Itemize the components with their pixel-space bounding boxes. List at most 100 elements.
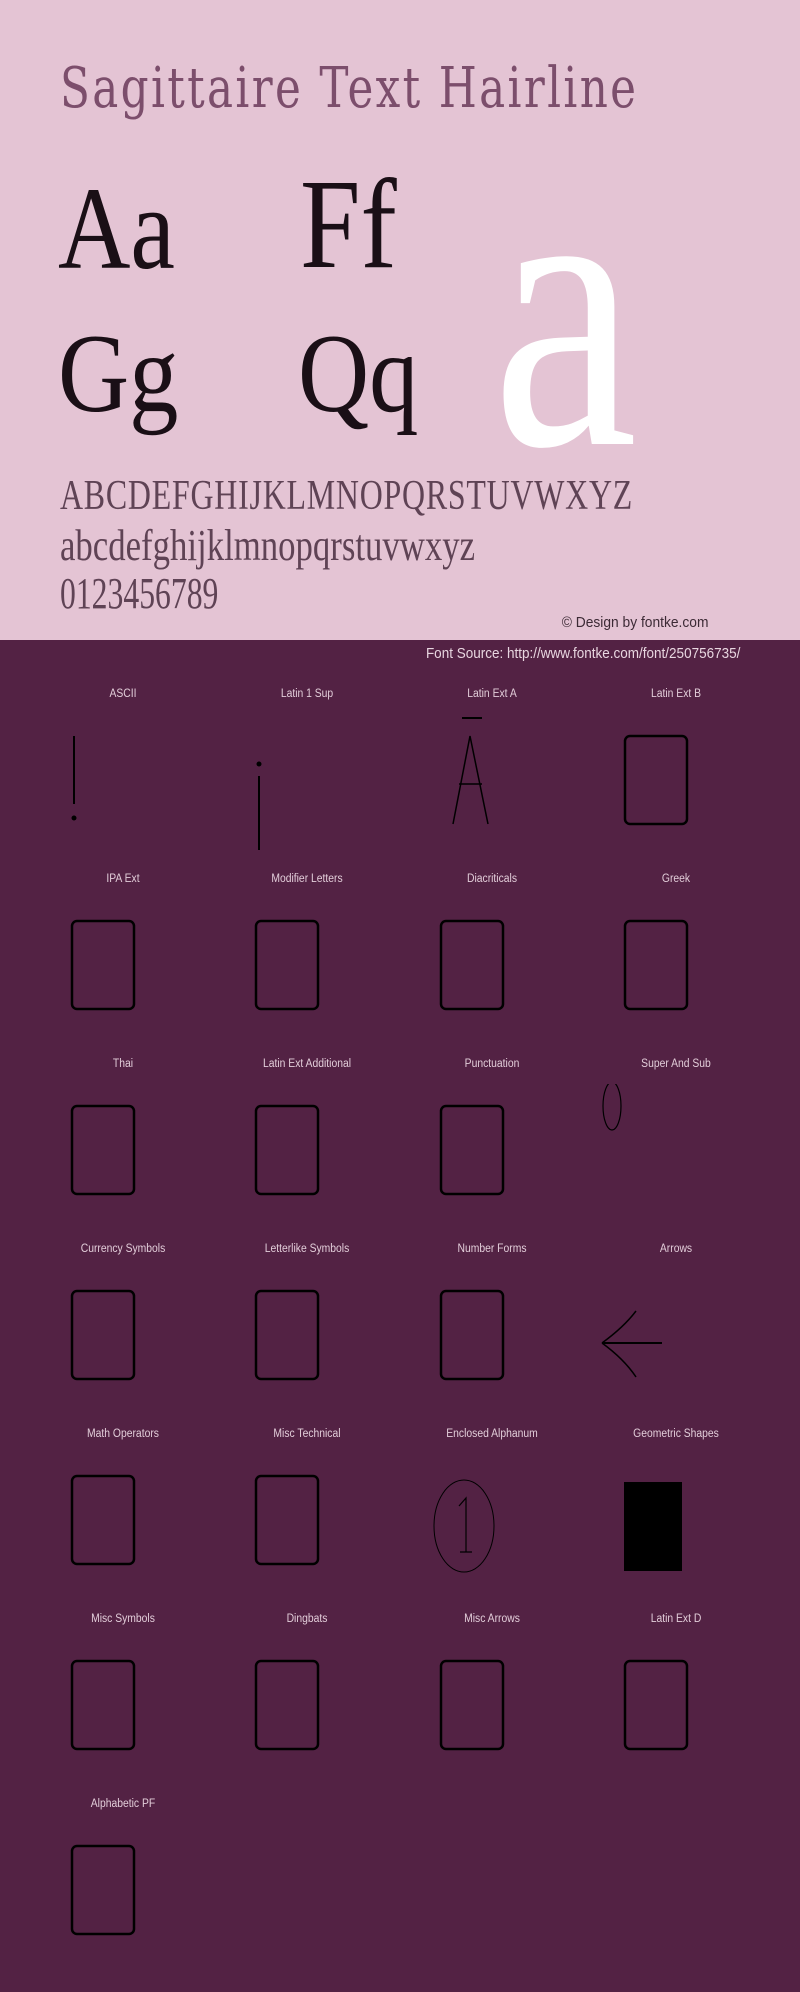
- unicode-block-cell: Latin Ext Additional: [215, 1054, 399, 1238]
- missing-glyph-box-icon: [439, 1104, 505, 1196]
- design-credit: © Design by fontke.com: [561, 614, 708, 631]
- missing-icon: [70, 1289, 136, 1381]
- sample-glyph-missing: [584, 899, 768, 1049]
- missing-icon: [439, 919, 505, 1011]
- missing-icon: [439, 1104, 505, 1196]
- sample-glyph-missing: [215, 899, 399, 1049]
- sample-glyph-missing: [400, 1084, 584, 1234]
- inverted-exclamation-icon: [256, 761, 262, 850]
- unicode-block-label: Modifier Letters: [271, 873, 343, 885]
- unicode-block-cell: Latin Ext D: [584, 1609, 768, 1793]
- missing-icon: [70, 1659, 136, 1751]
- missing-icon: [254, 919, 320, 1011]
- sample-glyph-inverted-exclamation: [215, 714, 399, 864]
- sample-glyph-missing: [584, 714, 768, 864]
- missing-glyph-box-icon: [623, 734, 689, 826]
- sample-glyph-missing: [400, 1269, 584, 1419]
- unicode-block-label: IPA Ext: [106, 873, 140, 885]
- unicode-block-cell: Geometric Shapes: [584, 1424, 768, 1608]
- missing-glyph-box-icon: [254, 919, 320, 1011]
- unicode-block-label: Geometric Shapes: [633, 1428, 719, 1440]
- missing-glyph-box-icon: [70, 1474, 136, 1566]
- missing-glyph-box-icon: [70, 1104, 136, 1196]
- exclamation-icon: [71, 736, 77, 821]
- unicode-block-cell: Misc Symbols: [31, 1609, 215, 1793]
- feature-glyph: a: [492, 88, 638, 531]
- digits-charset: 0123456789: [60, 569, 219, 618]
- unicode-block-label: Enclosed Alphanum: [446, 1428, 538, 1440]
- font-source-link[interactable]: Font Source: http://www.fontke.com/font/…: [426, 645, 740, 662]
- missing-glyph-box-icon: [439, 1289, 505, 1381]
- sample-glyph-black-square: [584, 1454, 768, 1604]
- unicode-block-label: Arrows: [659, 1243, 693, 1255]
- missing-glyph-box-icon: [70, 1289, 136, 1381]
- uppercase-charset: ABCDEFGHIJKLMNOPQRSTUVWXYZ: [60, 473, 634, 519]
- missing-icon: [623, 734, 689, 826]
- A-macron-icon: [452, 717, 489, 825]
- missing-glyph-box-icon: [254, 1289, 320, 1381]
- unicode-block-cell: IPA Ext: [31, 869, 215, 1053]
- missing-icon: [623, 1659, 689, 1751]
- unicode-block-cell: Letterlike Symbols: [215, 1239, 399, 1423]
- missing-icon: [254, 1474, 320, 1566]
- sample-glyph-missing: [215, 1454, 399, 1604]
- sample-glyph-left-arrow: [584, 1269, 768, 1419]
- unicode-block-label: Super And Sub: [641, 1058, 711, 1070]
- missing-glyph-box-icon: [623, 1659, 689, 1751]
- unicode-block-cell: Dingbats: [215, 1609, 399, 1793]
- missing-glyph-box-icon: [70, 1844, 136, 1936]
- sample-glyph-missing: [31, 899, 215, 1049]
- unicode-block-cell: Math Operators: [31, 1424, 215, 1608]
- specimen-pair-qq: Qq: [298, 312, 419, 436]
- unicode-block-cell: Latin Ext B: [584, 684, 768, 868]
- unicode-block-cell: ASCII: [31, 684, 215, 868]
- sample-glyph-superscript-zero: [584, 1084, 768, 1234]
- sample-glyph-missing: [215, 1084, 399, 1234]
- unicode-block-label: Currency Symbols: [80, 1243, 166, 1255]
- specimen-pair-gg: Gg: [58, 312, 179, 436]
- unicode-block-label: Thai: [112, 1058, 134, 1070]
- left-arrow-icon: [601, 1310, 662, 1378]
- circled-one-icon: [433, 1479, 495, 1573]
- unicode-block-cell: Misc Technical: [215, 1424, 399, 1608]
- missing-icon: [70, 1104, 136, 1196]
- unicode-block-cell: Misc Arrows: [400, 1609, 584, 1793]
- missing-glyph-box-icon: [439, 1659, 505, 1751]
- unicode-block-label: Misc Arrows: [464, 1613, 520, 1625]
- unicode-block-cell: Alphabetic PF: [31, 1794, 215, 1978]
- unicode-block-cell: Enclosed Alphanum: [400, 1424, 584, 1608]
- unicode-block-cell: Currency Symbols: [31, 1239, 215, 1423]
- unicode-block-cell: Thai: [31, 1054, 215, 1238]
- specimen-pair-aa: Aa: [58, 163, 175, 294]
- unicode-block-label: Math Operators: [87, 1428, 159, 1440]
- sample-glyph-missing: [31, 1269, 215, 1419]
- unicode-block-cell: Latin 1 Sup: [215, 684, 399, 868]
- sample-glyph-missing: [584, 1639, 768, 1789]
- unicode-block-label: Diacriticals: [466, 873, 518, 885]
- unicode-block-cell: Diacriticals: [400, 869, 584, 1053]
- sample-glyph-missing: [400, 899, 584, 1049]
- missing-glyph-box-icon: [254, 1474, 320, 1566]
- missing-icon: [623, 919, 689, 1011]
- unicode-block-label: Latin Ext Additional: [262, 1058, 352, 1070]
- unicode-block-label: Letterlike Symbols: [264, 1243, 350, 1255]
- unicode-block-cell: Latin Ext A: [400, 684, 584, 868]
- unicode-block-label: Dingbats: [286, 1613, 328, 1625]
- unicode-block-label: Greek: [661, 873, 691, 885]
- missing-icon: [70, 919, 136, 1011]
- sample-glyph-missing: [31, 1639, 215, 1789]
- black-square-icon: [624, 1482, 682, 1571]
- specimen-pair-ff: Ff: [300, 153, 397, 295]
- unicode-block-cell: Arrows: [584, 1239, 768, 1423]
- missing-icon: [439, 1659, 505, 1751]
- unicode-block-label: Number Forms: [457, 1243, 527, 1255]
- missing-glyph-box-icon: [623, 919, 689, 1011]
- unicode-block-label: Latin Ext D: [650, 1613, 702, 1625]
- unicode-block-cell: Modifier Letters: [215, 869, 399, 1053]
- missing-glyph-box-icon: [254, 1104, 320, 1196]
- missing-icon: [70, 1474, 136, 1566]
- missing-icon: [254, 1104, 320, 1196]
- missing-glyph-box-icon: [439, 919, 505, 1011]
- unicode-block-label: Misc Symbols: [91, 1613, 155, 1625]
- missing-glyph-box-icon: [70, 1659, 136, 1751]
